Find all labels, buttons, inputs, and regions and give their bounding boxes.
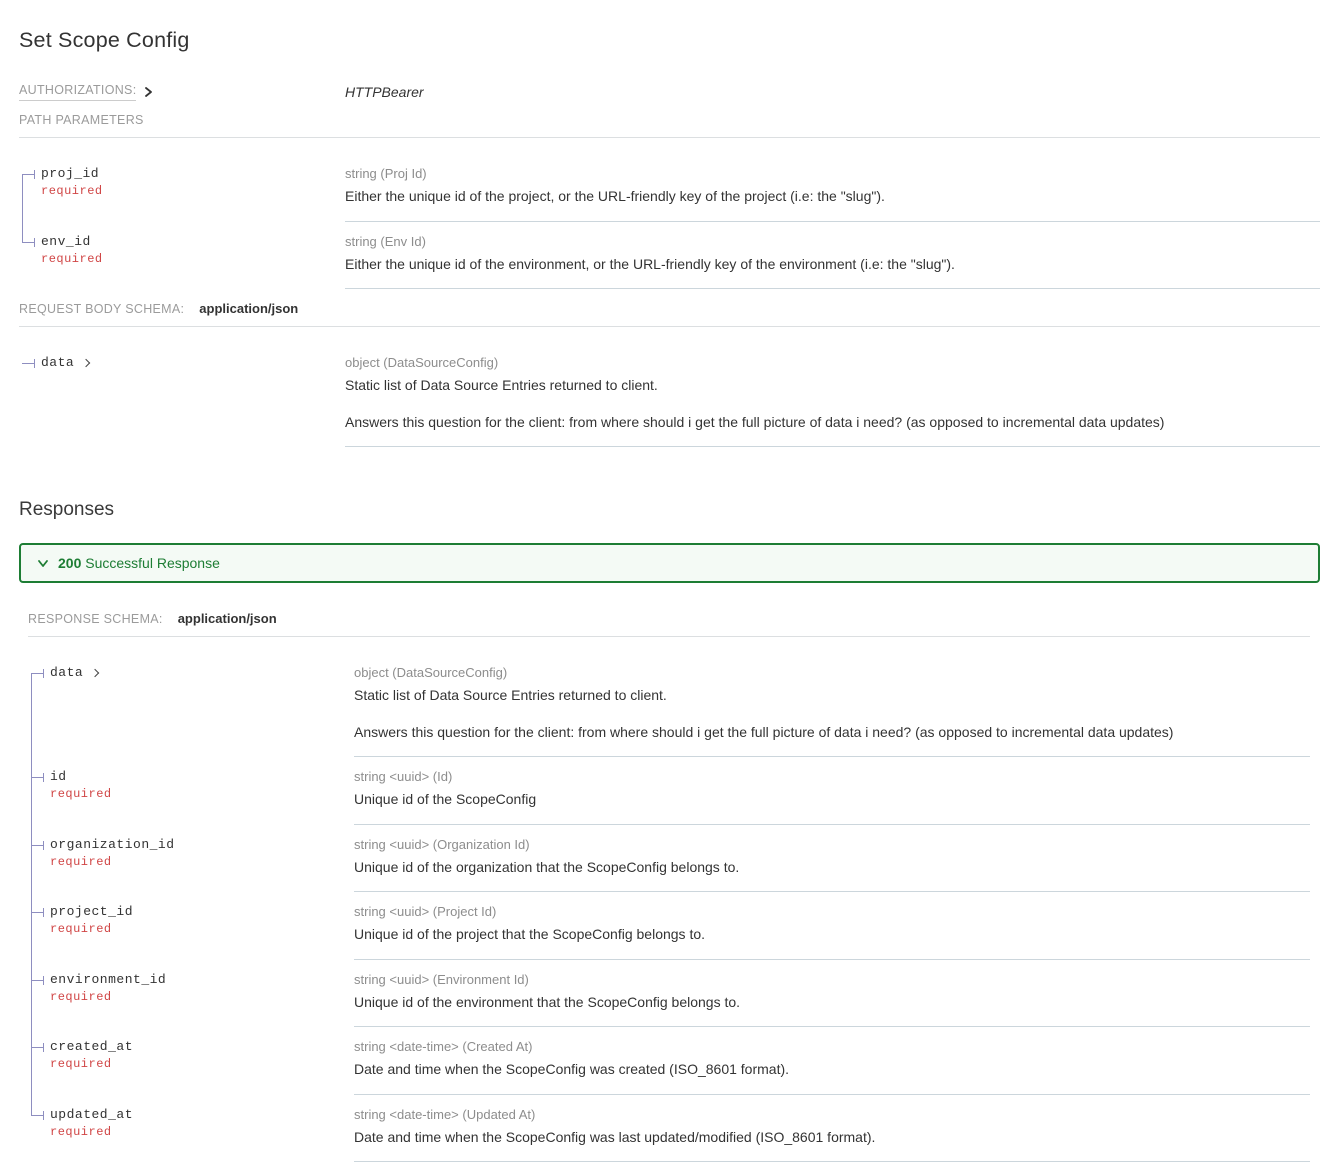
page-title: Set Scope Config bbox=[19, 28, 1320, 53]
path-parameters-header: PATH PARAMETERS bbox=[19, 113, 1320, 138]
field-description-2: Answers this question for the client: fr… bbox=[345, 414, 1320, 432]
required-badge: required bbox=[41, 184, 337, 198]
authorizations-row: AUTHORIZATIONS: HTTPBearer bbox=[19, 83, 1320, 101]
field-type: string <uuid> (Id) bbox=[354, 769, 1310, 784]
response-200-panel[interactable]: 200 Successful Response bbox=[19, 543, 1320, 583]
expandable-field-name[interactable]: data bbox=[50, 665, 346, 680]
tree-branch-icon bbox=[22, 170, 35, 179]
request-body-table: data object (DataSourceConfig) Static li… bbox=[19, 343, 1320, 447]
status-code: 200 bbox=[58, 555, 81, 571]
field-name: created_at bbox=[50, 1039, 346, 1054]
field-type: string <date-time> (Updated At) bbox=[354, 1107, 1310, 1122]
field-description: Unique id of the ScopeConfig bbox=[354, 791, 1310, 809]
field-row-id: id required string <uuid> (Id) Unique id… bbox=[28, 757, 1310, 825]
chevron-right-icon[interactable] bbox=[143, 87, 153, 97]
field-description-2: Answers this question for the client: fr… bbox=[354, 724, 1310, 742]
field-name: project_id bbox=[50, 904, 346, 919]
field-type: string <uuid> (Organization Id) bbox=[354, 837, 1310, 852]
field-name: proj_id bbox=[41, 166, 337, 181]
tree-branch-icon bbox=[31, 841, 44, 850]
field-name: organization_id bbox=[50, 837, 346, 852]
field-row-organization-id: organization_id required string <uuid> (… bbox=[28, 825, 1310, 893]
tree-branch-icon bbox=[22, 238, 35, 247]
request-content-type: application/json bbox=[199, 301, 298, 316]
field-description: Either the unique id of the environment,… bbox=[345, 256, 1320, 274]
field-description: Either the unique id of the project, or … bbox=[345, 188, 1320, 206]
tree-branch-icon bbox=[31, 1111, 44, 1120]
path-parameters-label: PATH PARAMETERS bbox=[19, 113, 144, 127]
field-name: env_id bbox=[41, 234, 337, 249]
field-description: Date and time when the ScopeConfig was c… bbox=[354, 1061, 1310, 1079]
field-name: updated_at bbox=[50, 1107, 346, 1122]
required-badge: required bbox=[50, 990, 346, 1004]
tree-branch-icon bbox=[31, 669, 44, 678]
request-body-schema-header: REQUEST BODY SCHEMA: application/json bbox=[19, 301, 1320, 327]
field-description: Unique id of the organization that the S… bbox=[354, 859, 1310, 877]
tree-branch-icon bbox=[31, 908, 44, 917]
tree-branch-icon bbox=[22, 359, 35, 368]
auth-scheme-value: HTTPBearer bbox=[345, 84, 424, 100]
tree-branch-icon bbox=[31, 773, 44, 782]
required-badge: required bbox=[41, 252, 337, 266]
field-description: Static list of Data Source Entries retur… bbox=[354, 687, 1310, 705]
expand-chevron-icon[interactable] bbox=[91, 668, 99, 676]
field-type: string <uuid> (Project Id) bbox=[354, 904, 1310, 919]
responses-heading: Responses bbox=[19, 499, 1320, 521]
tree-branch-icon bbox=[31, 976, 44, 985]
field-type: string (Proj Id) bbox=[345, 166, 1320, 181]
status-label: Successful Response bbox=[85, 555, 220, 571]
field-type: string <uuid> (Environment Id) bbox=[354, 972, 1310, 987]
required-badge: required bbox=[50, 787, 346, 801]
field-row-project-id: project_id required string <uuid> (Proje… bbox=[28, 892, 1310, 960]
field-description: Unique id of the environment that the Sc… bbox=[354, 994, 1310, 1012]
field-type: string <date-time> (Created At) bbox=[354, 1039, 1310, 1054]
authorizations-label[interactable]: AUTHORIZATIONS: bbox=[19, 83, 136, 101]
field-row-data: data object (DataSourceConfig) Static li… bbox=[28, 653, 1310, 757]
param-row-env-id: env_id required string (Env Id) Either t… bbox=[19, 222, 1320, 290]
field-row-created-at: created_at required string <date-time> (… bbox=[28, 1027, 1310, 1095]
tree-branch-icon bbox=[31, 1043, 44, 1052]
required-badge: required bbox=[50, 1057, 346, 1071]
required-badge: required bbox=[50, 922, 346, 936]
required-badge: required bbox=[50, 855, 346, 869]
field-type: object (DataSourceConfig) bbox=[354, 665, 1310, 680]
field-name: environment_id bbox=[50, 972, 346, 987]
response-content-type: application/json bbox=[178, 611, 277, 626]
response-schema-table: data object (DataSourceConfig) Static li… bbox=[28, 653, 1310, 1162]
field-row-environment-id: environment_id required string <uuid> (E… bbox=[28, 960, 1310, 1028]
request-body-schema-label: REQUEST BODY SCHEMA: bbox=[19, 302, 184, 316]
expand-chevron-icon[interactable] bbox=[82, 358, 90, 366]
response-schema-label: RESPONSE SCHEMA: bbox=[28, 612, 163, 626]
path-parameters-table: proj_id required string (Proj Id) Either… bbox=[19, 154, 1320, 289]
chevron-down-icon bbox=[37, 557, 49, 569]
required-badge: required bbox=[50, 1125, 346, 1139]
field-name: id bbox=[50, 769, 346, 784]
param-row-proj-id: proj_id required string (Proj Id) Either… bbox=[19, 154, 1320, 222]
field-row-data: data object (DataSourceConfig) Static li… bbox=[19, 343, 1320, 447]
field-description: Date and time when the ScopeConfig was l… bbox=[354, 1129, 1310, 1147]
field-type: object (DataSourceConfig) bbox=[345, 355, 1320, 370]
field-row-updated-at: updated_at required string <date-time> (… bbox=[28, 1095, 1310, 1163]
field-description: Unique id of the project that the ScopeC… bbox=[354, 926, 1310, 944]
field-description: Static list of Data Source Entries retur… bbox=[345, 377, 1320, 395]
field-type: string (Env Id) bbox=[345, 234, 1320, 249]
expandable-field-name[interactable]: data bbox=[41, 355, 337, 370]
response-schema-header: RESPONSE SCHEMA: application/json bbox=[28, 611, 1310, 637]
